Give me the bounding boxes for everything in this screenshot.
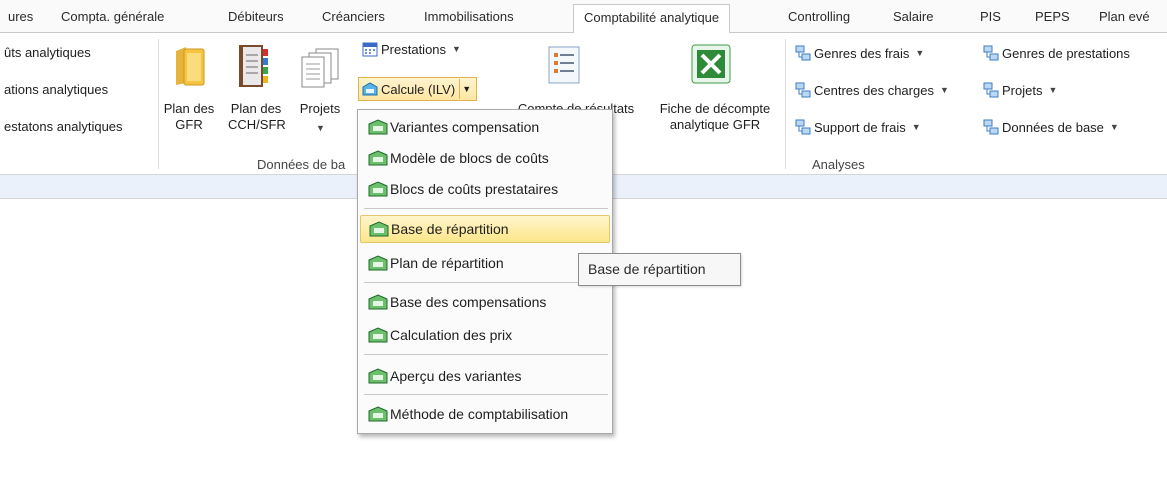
ribbon-item-couts-analytiques[interactable]: ûts analytiques [4,45,91,60]
excel-icon [691,44,731,84]
genres-frais-button[interactable]: Genres des frais ▼ [795,45,924,61]
menu-item-label: Blocs de coûts prestataires [390,181,559,197]
menu-item-variantes-compensation[interactable]: Variantes compensation [360,113,610,141]
menu-item-methode-comptabilisation[interactable]: Méthode de comptabilisation [360,400,610,428]
plan-cch-label: Plan des CCH/SFR [228,101,286,133]
chevron-down-icon: ▼ [1048,85,1058,95]
prestations-button[interactable]: Prestations ▼ [362,41,461,57]
fiche-decompte-line: analytique GFR [669,117,761,132]
tab-salaire[interactable]: Salaire [893,9,933,24]
calculator-tray-icon [368,406,388,422]
tab-pis[interactable]: PIS [980,9,1001,24]
tree-icon [795,45,811,61]
chevron-down-icon: ▼ [911,122,921,132]
projets-analyses-label: Projets [1002,82,1043,98]
ribbon-tab-bar: ures Compta. générale Débiteurs Créancie… [0,0,1167,34]
menu-item-calculation-prix[interactable]: Calculation des prix [360,321,610,349]
plan-gfr-line: Plan des [163,101,215,116]
menu-item-label: Plan de répartition [390,255,504,271]
ribbon-item-prestations-analytiques[interactable]: ations analytiques [4,82,108,97]
menu-item-plan-repartition[interactable]: Plan de répartition [360,249,610,277]
tree-icon [983,45,999,61]
tab-peps[interactable]: PEPS [1035,9,1070,24]
tab-debiteurs[interactable]: Débiteurs [228,9,284,24]
genres-prestations-button[interactable]: Genres de prestations [983,45,1130,61]
menu-item-label: Variantes compensation [390,119,540,135]
projets-label: Projets [299,101,341,116]
plan-gfr-line: GFR [175,117,203,132]
calculator-tray-icon [368,255,388,271]
menu-item-blocs-couts-prestataires[interactable]: Blocs de coûts prestataires [360,175,610,203]
calculator-tray-icon [369,221,389,237]
menu-separator [364,208,608,209]
support-frais-button[interactable]: Support de frais ▼ [795,119,921,135]
group-separator [158,39,159,169]
genres-prestations-label: Genres de prestations [1002,45,1130,61]
donnees-base-label: Données de base [1002,119,1104,135]
report-list-icon [548,46,580,84]
tree-icon [795,119,811,135]
chevron-down-icon: ▼ [939,85,949,95]
chevron-down-icon: ▼ [1109,122,1119,132]
tab-compta-generale[interactable]: Compta. générale [61,9,164,24]
tab-plan[interactable]: Plan evé [1099,9,1150,24]
ledger-icon [239,45,268,87]
menu-item-base-compensations[interactable]: Base des compensations [360,288,610,316]
group-label-analyses: Analyses [812,157,865,172]
tree-icon [795,82,811,98]
menu-item-label: Méthode de comptabilisation [390,406,569,422]
menu-separator [364,354,608,355]
tree-icon [983,82,999,98]
donnees-base-button[interactable]: Données de base ▼ [983,119,1119,135]
tab-controlling[interactable]: Controlling [788,9,850,24]
menu-item-label: Aperçu des variantes [390,368,522,384]
centres-charges-label: Centres des charges [814,82,934,98]
group-label-donnees: Données de ba [257,157,346,172]
tab-comptabilite-analytique[interactable]: Comptabilité analytique [573,4,731,34]
calculator-tray-icon [368,294,388,310]
chevron-down-icon: ▼ [452,44,461,54]
ribbon-item-imputations-prestations[interactable]: estatons analytiques [4,119,123,134]
calculator-tray-icon [368,181,388,197]
menu-item-label: Base des compensations [390,294,547,310]
menu-item-label: Base de répartition [391,221,509,237]
chevron-down-icon: ▼ [915,48,925,58]
tooltip: Base de répartition [578,253,741,286]
tab-creanciers[interactable]: Créanciers [322,9,385,24]
calcule-ilv-button[interactable]: Calcule (ILV) ▼ [358,77,478,101]
calculator-tray-icon [368,327,388,343]
folder-icon [176,47,205,86]
plan-gfr-label: Plan des GFR [162,101,216,133]
menu-item-modele-blocs-couts[interactable]: Modèle de blocs de coûts [360,144,610,172]
menu-item-apercu-variantes[interactable]: Aperçu des variantes [360,362,610,390]
menu-separator [364,282,608,283]
group-separator [785,39,786,169]
calcule-ilv-label: Calcule (ILV) [381,81,456,97]
menu-item-label: Modèle de blocs de coûts [390,150,549,166]
fiche-decompte-line: Fiche de décompte [659,101,771,116]
projets-analyses-button[interactable]: Projets ▼ [983,82,1057,98]
tab-structures[interactable]: ures [8,9,33,24]
calcule-ilv-menu: Variantes compensation Modèle de blocs d… [357,109,613,434]
documents-icon [301,48,339,88]
plan-cch-line: Plan des [230,101,282,116]
calculator-tray-icon [362,82,378,96]
calendar-icon [362,42,378,57]
genres-frais-label: Genres des frais [814,45,910,61]
menu-separator [364,394,608,395]
tab-immobilisations[interactable]: Immobilisations [424,9,514,24]
tree-icon [983,119,999,135]
chevron-down-icon: ▼ [316,123,325,133]
menu-item-base-repartition[interactable]: Base de répartition [360,215,610,243]
prestations-label: Prestations [381,41,447,57]
calculator-tray-icon [368,119,388,135]
chevron-down-icon[interactable]: ▼ [459,79,473,99]
fiche-decompte-label: Fiche de décompte analytique GFR [650,101,780,133]
menu-item-label: Calculation des prix [390,327,513,343]
centres-charges-button[interactable]: Centres des charges ▼ [795,82,949,98]
calculator-tray-icon [368,368,388,384]
plan-cch-line: CCH/SFR [228,117,286,132]
support-frais-label: Support de frais [814,119,906,135]
calculator-tray-icon [368,150,388,166]
